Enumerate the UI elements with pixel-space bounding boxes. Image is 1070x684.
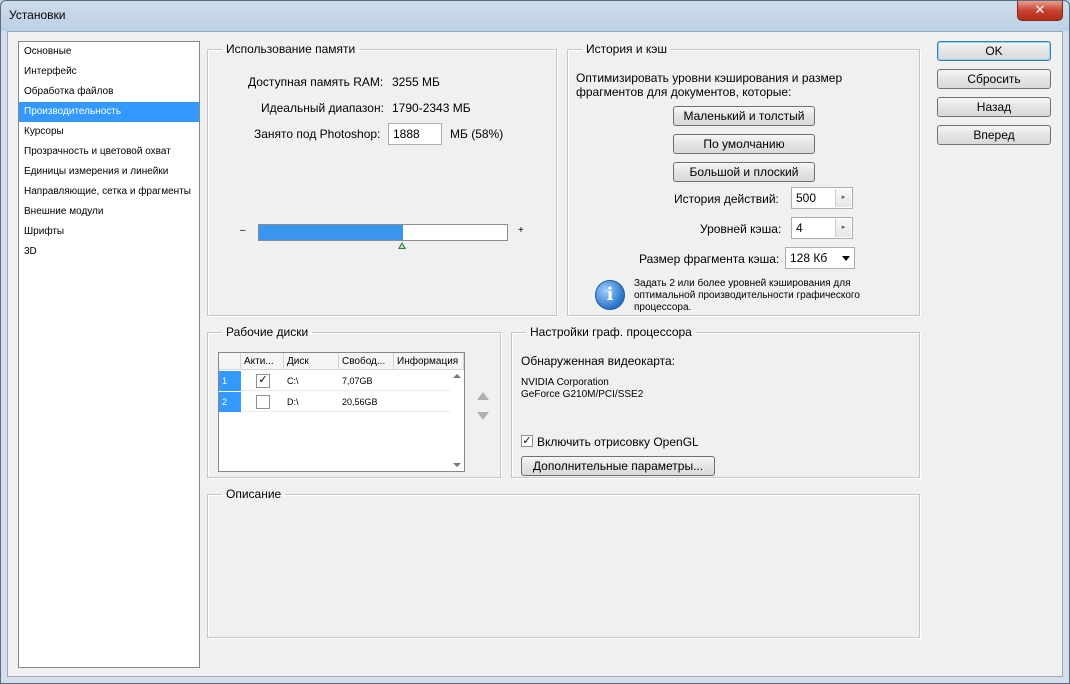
cache-info-text: Задать 2 или более уровней кэширования д… bbox=[634, 278, 860, 313]
preferences-window: Установки ✕ Основные Интерфейс Обработка ф… bbox=[0, 0, 1070, 684]
opengl-label: Включить отрисовку OpenGL bbox=[537, 435, 699, 449]
gpu-vendor: NVIDIA Corporation bbox=[521, 377, 609, 388]
next-button[interactable]: Вперед bbox=[937, 125, 1051, 145]
row-number: 2 bbox=[219, 392, 241, 412]
sidebar-item[interactable]: 3D bbox=[19, 242, 199, 262]
ok-button[interactable]: OK bbox=[937, 41, 1051, 61]
history-states-input[interactable]: 500 ▸ bbox=[791, 187, 853, 209]
memory-usage-legend: Использование памяти bbox=[226, 42, 356, 56]
description-group: Описание bbox=[207, 488, 920, 638]
cache-optimize-description: Оптимизировать уровни кэширования и разм… bbox=[576, 71, 843, 99]
history-states-value: 500 bbox=[796, 191, 817, 205]
reset-button[interactable]: Сбросить bbox=[937, 69, 1051, 89]
disk-name: D:\ bbox=[287, 397, 299, 407]
column-header-index bbox=[219, 353, 241, 370]
big-flat-button[interactable]: Большой и плоский bbox=[673, 162, 815, 182]
tall-thin-button[interactable]: Маленький и толстый bbox=[673, 106, 815, 126]
memory-slider-fill bbox=[259, 225, 403, 240]
gpu-settings-group: Настройки граф. процессора Обнаруженная … bbox=[511, 326, 920, 478]
tile-size-label: Размер фрагмента кэша: bbox=[639, 252, 780, 266]
sidebar-item[interactable]: Производительность bbox=[19, 102, 199, 122]
gpu-settings-legend: Настройки граф. процессора bbox=[530, 325, 692, 339]
tile-size-select[interactable]: 128 Кб bbox=[785, 247, 855, 269]
photoshop-usage-suffix: МБ (58%) bbox=[450, 127, 504, 141]
opengl-checkbox[interactable]: ✓ bbox=[521, 435, 533, 447]
table-row[interactable]: 1 ✓ C:\ 7,07GB bbox=[219, 371, 450, 391]
photoshop-usage-label: Занято под Photoshop: bbox=[254, 127, 381, 141]
cache-levels-input[interactable]: 4 ▸ bbox=[791, 217, 853, 239]
scratch-disks-group: Рабочие диски Акти... Диск Свобод... Инф… bbox=[207, 326, 501, 478]
cache-levels-arrow-icon[interactable]: ▸ bbox=[835, 219, 851, 237]
history-cache-group: История и кэш Оптимизировать уровни кэши… bbox=[567, 43, 920, 316]
scroll-up-icon[interactable] bbox=[453, 374, 461, 378]
scroll-down-icon[interactable] bbox=[453, 463, 461, 467]
chevron-down-icon bbox=[842, 256, 850, 261]
row-number: 1 bbox=[219, 371, 241, 391]
move-disk-down-icon[interactable] bbox=[477, 412, 489, 420]
ideal-range-value: 1790-2343 МБ bbox=[392, 101, 471, 115]
move-disk-up-icon[interactable] bbox=[477, 392, 489, 400]
prev-button[interactable]: Назад bbox=[937, 97, 1051, 117]
table-scrollbar[interactable] bbox=[450, 370, 464, 471]
window-title: Установки bbox=[9, 8, 66, 22]
close-button[interactable]: ✕ bbox=[1017, 1, 1063, 21]
memory-usage-group: Использование памяти Доступная память RA… bbox=[207, 43, 557, 316]
decrease-memory-icon[interactable]: – bbox=[240, 225, 246, 236]
title-bar[interactable]: Установки ✕ bbox=[1, 1, 1069, 31]
default-cache-button[interactable]: По умолчанию bbox=[673, 134, 815, 154]
category-list[interactable]: Основные Интерфейс Обработка файлов Произво… bbox=[18, 41, 200, 668]
scratch-disk-table[interactable]: Акти... Диск Свобод... Информация 1 ✓ C:\ 7… bbox=[218, 352, 465, 472]
sidebar-item[interactable]: Внешние модули bbox=[19, 202, 199, 222]
table-header: Акти... Диск Свобод... Информация bbox=[219, 353, 464, 370]
disk-name: C:\ bbox=[287, 376, 299, 386]
available-ram-label: Доступная память RAM: bbox=[248, 75, 384, 89]
free-space: 20,56GB bbox=[342, 397, 378, 407]
gpu-model: GeForce G210M/PCI/SSE2 bbox=[521, 389, 644, 400]
description-legend: Описание bbox=[226, 487, 282, 501]
info-icon: i bbox=[595, 280, 625, 310]
sidebar-item[interactable]: Единицы измерения и линейки bbox=[19, 162, 199, 182]
memory-slider-track[interactable] bbox=[258, 224, 508, 241]
sidebar-item[interactable]: Основные bbox=[19, 42, 199, 62]
column-header-free[interactable]: Свобод... bbox=[339, 353, 394, 370]
history-states-label: История действий: bbox=[674, 192, 779, 206]
available-ram-value: 3255 МБ bbox=[392, 75, 440, 89]
column-header-active[interactable]: Акти... bbox=[241, 353, 284, 370]
active-checkbox[interactable] bbox=[256, 395, 270, 409]
detected-gpu-label: Обнаруженная видеокарта: bbox=[521, 354, 676, 368]
table-row[interactable]: 2 D:\ 20,56GB bbox=[219, 392, 450, 412]
sidebar-item[interactable]: Прозрачность и цветовой охват bbox=[19, 142, 199, 162]
cache-levels-label: Уровней кэша: bbox=[700, 222, 782, 236]
sidebar-item[interactable]: Интерфейс bbox=[19, 62, 199, 82]
sidebar-item[interactable]: Шрифты bbox=[19, 222, 199, 242]
free-space: 7,07GB bbox=[342, 376, 373, 386]
sidebar-item[interactable]: Направляющие, сетка и фрагменты bbox=[19, 182, 199, 202]
column-header-disk[interactable]: Диск bbox=[284, 353, 339, 370]
column-header-info[interactable]: Информация bbox=[394, 353, 464, 370]
cache-levels-value: 4 bbox=[796, 221, 803, 235]
advanced-settings-button[interactable]: Дополнительные параметры... bbox=[521, 456, 715, 476]
dialog-client: Основные Интерфейс Обработка файлов Произво… bbox=[7, 31, 1063, 677]
photoshop-usage-input[interactable]: 1888 bbox=[388, 123, 442, 145]
ideal-range-label: Идеальный диапазон: bbox=[261, 101, 384, 115]
history-states-arrow-icon[interactable]: ▸ bbox=[835, 189, 851, 207]
tile-size-value: 128 Кб bbox=[790, 251, 828, 265]
sidebar-item[interactable]: Курсоры bbox=[19, 122, 199, 142]
scratch-disks-legend: Рабочие диски bbox=[226, 325, 309, 339]
active-checkbox[interactable]: ✓ bbox=[256, 374, 270, 388]
sidebar-item[interactable]: Обработка файлов bbox=[19, 82, 199, 102]
increase-memory-icon[interactable]: + bbox=[518, 225, 524, 236]
history-cache-legend: История и кэш bbox=[586, 42, 668, 56]
memory-slider-thumb[interactable] bbox=[398, 242, 406, 249]
